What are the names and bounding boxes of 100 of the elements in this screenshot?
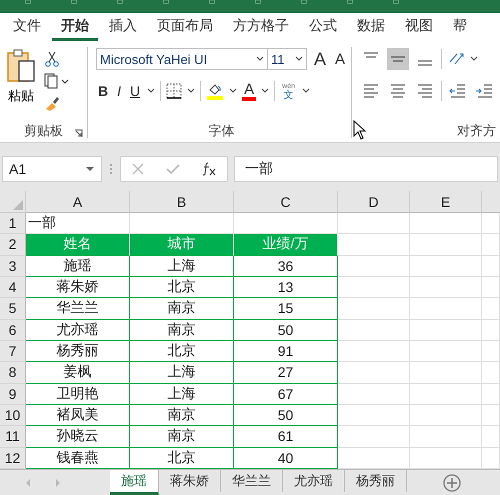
- table-cell: 卫明艳: [26, 384, 130, 405]
- caret-icon: [85, 166, 95, 172]
- column-header[interactable]: E: [410, 191, 482, 213]
- table-cell: [482, 426, 500, 448]
- table-cell: [410, 384, 482, 405]
- table-cell: 13: [234, 277, 338, 298]
- middle-align-icon[interactable]: [386, 48, 409, 70]
- italic-button[interactable]: I: [115, 83, 124, 99]
- row-header[interactable]: 12: [0, 448, 26, 469]
- caret-icon[interactable]: [147, 88, 156, 94]
- sheet-tab[interactable]: 杨秀丽: [345, 470, 407, 492]
- checkmark-icon[interactable]: [166, 162, 180, 176]
- formula-field[interactable]: 一部: [234, 156, 498, 182]
- sheet-tab[interactable]: 华兰兰: [221, 470, 283, 492]
- caret-icon: [256, 56, 264, 62]
- caret-icon[interactable]: [261, 88, 270, 94]
- fill-color-icon[interactable]: [206, 82, 224, 100]
- sheet-tab[interactable]: 施瑶: [110, 470, 159, 495]
- table-cell: 北京: [130, 277, 234, 298]
- add-sheet-icon[interactable]: [443, 474, 461, 492]
- name-box[interactable]: A1: [2, 156, 102, 182]
- ribbon-tab[interactable]: 文件: [4, 13, 50, 41]
- table-cell: 华兰兰: [26, 298, 130, 320]
- table-header-cell: 城市: [130, 234, 234, 256]
- column-header[interactable]: C: [234, 191, 338, 213]
- ribbon-tab[interactable]: 帮: [444, 13, 476, 41]
- font-size-dropdown[interactable]: 11: [267, 48, 308, 70]
- ribbon-tab[interactable]: 方方格子: [224, 13, 298, 41]
- table-cell: 91: [234, 341, 338, 362]
- bold-button[interactable]: B: [96, 83, 110, 99]
- row-header[interactable]: 8: [0, 362, 26, 384]
- row-header[interactable]: 9: [0, 384, 26, 405]
- caret-icon[interactable]: [229, 88, 238, 94]
- underline-button[interactable]: U: [128, 83, 142, 99]
- table-cell: [338, 213, 410, 234]
- row-header[interactable]: 3: [0, 256, 26, 277]
- table-cell: [338, 256, 410, 277]
- column-header[interactable]: D: [338, 191, 410, 213]
- table-cell: 50: [234, 405, 338, 426]
- row-header[interactable]: 4: [0, 277, 26, 298]
- table-cell: [410, 320, 482, 341]
- table-cell: [410, 256, 482, 277]
- borders-icon[interactable]: [166, 83, 182, 99]
- table-header-cell: 业绩/万: [234, 234, 338, 256]
- copy-icon[interactable]: [44, 73, 70, 89]
- caret-icon[interactable]: [302, 88, 310, 94]
- row-header[interactable]: 6: [0, 320, 26, 341]
- table-cell: 姜枫: [26, 362, 130, 384]
- grow-font-button[interactable]: A: [312, 48, 328, 70]
- table-cell: [482, 213, 500, 234]
- column-header[interactable]: B: [130, 191, 234, 213]
- table-cell: 南京: [130, 426, 234, 448]
- table-header-cell: 姓名: [26, 234, 130, 256]
- sheet-tab[interactable]: 蒋朱娇: [159, 470, 221, 492]
- table-cell: 褚凤美: [26, 405, 130, 426]
- triangle-icon: [13, 200, 23, 210]
- group-label: 对齐方: [456, 122, 496, 140]
- ribbon-tab[interactable]: 公式: [300, 13, 346, 41]
- function-icon[interactable]: [200, 162, 217, 176]
- clipboard-icon: [6, 49, 36, 85]
- table-cell: [410, 234, 482, 256]
- table-cell: [410, 341, 482, 362]
- ribbon-tab[interactable]: 开始: [52, 13, 98, 41]
- table-cell: [482, 256, 500, 277]
- caret-icon[interactable]: [187, 88, 196, 94]
- table-cell: [338, 426, 410, 448]
- ribbon-tab[interactable]: 视图: [396, 13, 442, 41]
- row-header[interactable]: 7: [0, 341, 26, 362]
- group-label: 字体: [208, 122, 235, 140]
- font-name-dropdown[interactable]: Microsoft YaHei UI: [96, 48, 268, 70]
- shrink-font-button[interactable]: A: [333, 50, 348, 68]
- brush-icon[interactable]: [44, 95, 60, 111]
- table-cell: [338, 405, 410, 426]
- ribbon-tab[interactable]: 数据: [348, 13, 394, 41]
- table-cell: 施瑶: [26, 256, 130, 277]
- row-header[interactable]: 2: [0, 234, 26, 256]
- table-cell: [410, 213, 482, 234]
- table-cell: 南京: [130, 298, 234, 320]
- table-cell: 27: [234, 362, 338, 384]
- sheet-tab[interactable]: 尤亦瑶: [283, 470, 345, 492]
- table-cell: [482, 405, 500, 426]
- scissors-icon[interactable]: [44, 51, 60, 67]
- column-header[interactable]: A: [26, 191, 130, 213]
- table-cell: 北京: [130, 341, 234, 362]
- ribbon-tab[interactable]: 插入: [100, 13, 146, 41]
- row-header[interactable]: 11: [0, 426, 26, 448]
- row-header[interactable]: 5: [0, 298, 26, 320]
- ribbon-tab[interactable]: 页面布局: [148, 13, 222, 41]
- font-color-button[interactable]: A: [242, 82, 256, 100]
- paste-button[interactable]: 粘贴: [4, 47, 38, 119]
- table-cell: [410, 405, 482, 426]
- dialog-launcher-icon[interactable]: [74, 129, 84, 138]
- row-header[interactable]: 1: [0, 213, 26, 234]
- table-cell: 南京: [130, 320, 234, 341]
- table-cell: 杨秀丽: [26, 341, 130, 362]
- table-cell: [338, 234, 410, 256]
- table-cell: [338, 277, 410, 298]
- table-cell: 上海: [130, 256, 234, 277]
- row-header[interactable]: 10: [0, 405, 26, 426]
- table-cell: [338, 384, 410, 405]
